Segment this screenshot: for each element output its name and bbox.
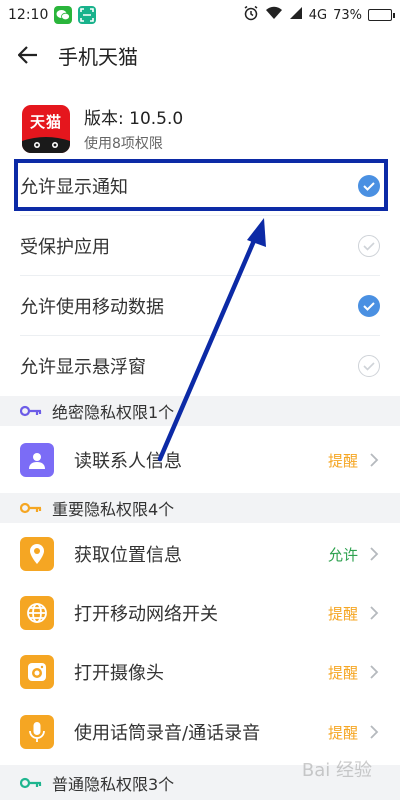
permission-row-microphone[interactable]: 使用话筒录音/通话录音 提醒 <box>20 703 380 761</box>
watermark: Bai 经验 <box>301 760 372 781</box>
section-label: 绝密隐私权限1个 <box>52 403 175 422</box>
alarm-icon <box>243 5 259 25</box>
permission-row-camera[interactable]: 打开摄像头 提醒 <box>20 643 380 701</box>
permission-row-mobile-network[interactable]: 打开移动网络开关 提醒 <box>20 584 380 642</box>
app-header: 手机天猫 <box>0 30 400 80</box>
wechat-icon <box>54 6 73 24</box>
app-version: 版本: 10.5.0 <box>84 109 184 129</box>
section-label: 重要隐私权限4个 <box>52 500 175 519</box>
key-icon <box>20 405 42 417</box>
permission-status: 提醒 <box>327 723 358 742</box>
permission-label: 读联系人信息 <box>74 451 182 472</box>
toggle-row-mobile-data[interactable]: 允许使用移动数据 <box>20 276 380 336</box>
app-meta: 版本: 10.5.0 使用8项权限 <box>84 104 183 153</box>
section-top-secret: 绝密隐私权限1个 <box>0 396 400 426</box>
check-icon[interactable] <box>358 294 380 317</box>
section-important: 重要隐私权限4个 <box>0 493 400 523</box>
app-permission-count: 使用8项权限 <box>84 136 163 152</box>
check-icon[interactable] <box>358 234 380 257</box>
page-title: 手机天猫 <box>58 44 138 69</box>
wifi-icon <box>265 6 283 24</box>
toggle-row-protected-app[interactable]: 受保护应用 <box>20 216 380 276</box>
toggle-label: 允许显示悬浮窗 <box>20 357 146 378</box>
permission-label: 使用话筒录音/通话录音 <box>74 723 261 744</box>
status-bar: 12:10 4G 73% <box>0 0 400 30</box>
toggle-label: 允许使用移动数据 <box>20 296 164 318</box>
chevron-right-icon <box>370 665 379 679</box>
key-icon <box>20 502 42 514</box>
network-type: 4G <box>308 7 328 23</box>
location-icon <box>20 537 54 571</box>
contact-icon <box>20 443 54 477</box>
logo-face-icon <box>22 136 70 153</box>
signal-icon <box>289 6 303 24</box>
chevron-right-icon <box>370 606 379 620</box>
logo-text: 天猫 <box>29 112 62 131</box>
permission-label: 打开摄像头 <box>74 663 164 684</box>
section-label: 普通隐私权限3个 <box>52 774 175 794</box>
scanner-icon <box>78 6 97 24</box>
status-bar-right: 4G 73% <box>243 5 395 25</box>
permission-label: 打开移动网络开关 <box>74 604 218 625</box>
globe-icon <box>20 596 54 630</box>
battery-percent: 73% <box>333 7 362 23</box>
permission-row-contacts[interactable]: 读联系人信息 提醒 <box>20 431 380 489</box>
permission-status: 提醒 <box>327 663 358 682</box>
key-icon <box>20 777 42 788</box>
permission-status: 提醒 <box>327 451 358 470</box>
permission-label: 获取位置信息 <box>74 545 182 566</box>
highlight-box <box>14 159 388 211</box>
battery-icon <box>368 9 395 21</box>
toggle-label: 受保护应用 <box>20 236 110 258</box>
microphone-icon <box>20 715 54 749</box>
chevron-right-icon <box>370 547 379 561</box>
toggle-row-floating-window[interactable]: 允许显示悬浮窗 <box>20 336 380 396</box>
status-time: 12:10 <box>8 7 49 23</box>
arrow-left-icon[interactable] <box>16 43 40 67</box>
camera-icon <box>20 655 54 689</box>
permission-row-location[interactable]: 获取位置信息 允许 <box>20 525 380 583</box>
chevron-right-icon <box>370 453 379 467</box>
app-info: 天猫 版本: 10.5.0 使用8项权限 <box>22 104 183 153</box>
tmall-logo: 天猫 <box>22 104 70 153</box>
permission-status: 允许 <box>327 545 358 564</box>
chevron-right-icon <box>370 725 379 739</box>
status-bar-left: 12:10 <box>8 6 97 24</box>
permission-status: 提醒 <box>327 604 358 623</box>
check-icon[interactable] <box>358 355 380 377</box>
